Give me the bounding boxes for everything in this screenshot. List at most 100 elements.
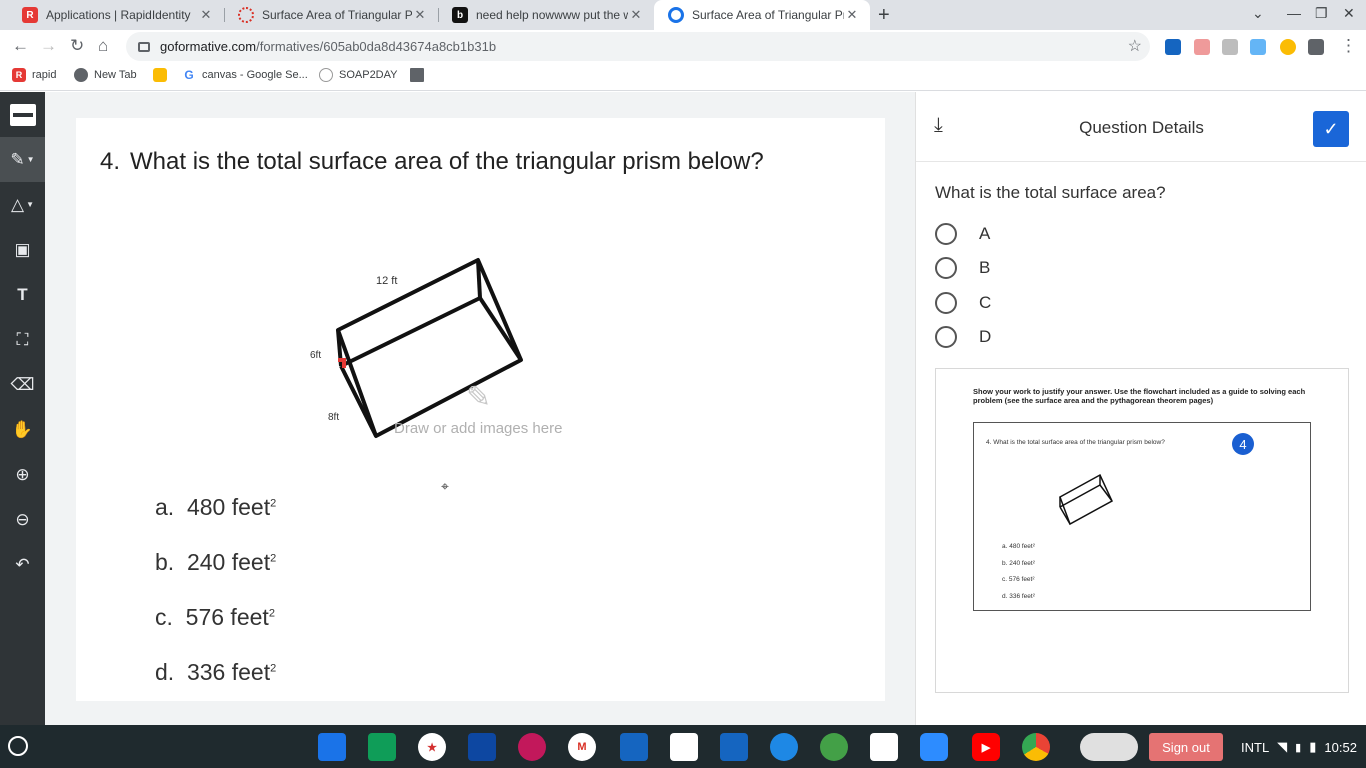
tab-title: Surface Area of Triangular Prism bbox=[692, 8, 844, 22]
minimize-icon[interactable]: — bbox=[1287, 5, 1301, 21]
preview-option: c. 576 feet² bbox=[1002, 576, 1035, 583]
submit-check-button[interactable]: ✓ bbox=[1313, 111, 1349, 147]
close-icon[interactable]: ✕ bbox=[198, 7, 214, 23]
close-icon[interactable]: ✕ bbox=[628, 7, 644, 23]
address-bar[interactable]: goformative.com/formatives/605ab0da8d436… bbox=[126, 32, 1150, 61]
zoom-app-icon[interactable] bbox=[920, 733, 948, 761]
drawing-canvas[interactable]: 4. What is the total surface area of the … bbox=[45, 92, 915, 725]
close-window-icon[interactable]: ✕ bbox=[1343, 5, 1355, 22]
fullscreen-icon[interactable]: ⛶ bbox=[0, 317, 45, 362]
bookmark-icon bbox=[153, 68, 167, 82]
gmail-icon[interactable]: M bbox=[568, 733, 596, 761]
bookmark-soap2day[interactable]: SOAP2DAY bbox=[319, 68, 398, 82]
bookmark-label: canvas - Google Se... bbox=[202, 69, 308, 81]
app-icon[interactable] bbox=[468, 733, 496, 761]
radio-button[interactable] bbox=[935, 257, 957, 279]
question-preview[interactable]: Show your work to justify your answer. U… bbox=[935, 368, 1349, 693]
extension-icon[interactable] bbox=[1280, 39, 1296, 55]
option-c: c. 576 feet2 bbox=[155, 604, 275, 631]
undo-icon[interactable]: ↶ bbox=[0, 542, 45, 587]
app-icon[interactable] bbox=[620, 733, 648, 761]
radio-button[interactable] bbox=[935, 326, 957, 348]
translate-icon[interactable] bbox=[1250, 39, 1266, 55]
bookmark-canvas[interactable]: G canvas - Google Se... bbox=[182, 68, 308, 82]
bookmark-label: New Tab bbox=[94, 69, 137, 81]
zoom-out-icon[interactable]: ⊖ bbox=[0, 497, 45, 542]
bookmark-star-icon[interactable]: ☆ bbox=[1128, 36, 1142, 56]
sheets-app-icon[interactable] bbox=[368, 733, 396, 761]
qr-app-icon[interactable] bbox=[870, 733, 898, 761]
app-icon[interactable] bbox=[770, 733, 798, 761]
option-value: 240 feet bbox=[186, 549, 271, 575]
wifi-icon: ◥ bbox=[1277, 739, 1288, 754]
hand-pan-icon[interactable]: ✋ bbox=[0, 407, 45, 452]
youtube-icon[interactable]: ▶ bbox=[972, 733, 1000, 761]
question-text: 4. What is the total surface area of the … bbox=[100, 148, 764, 176]
launcher-icon[interactable] bbox=[8, 736, 28, 756]
shapes-tool-icon[interactable]: △ ▼ bbox=[0, 182, 45, 227]
extension-icon[interactable] bbox=[1222, 39, 1238, 55]
tool-rail: ✎ ▼ △ ▼ ▣ T ⛶ ⌫ ✋ ⊕ ⊖ ↶ bbox=[0, 92, 45, 725]
choice-label: D bbox=[979, 327, 992, 346]
menu-icon[interactable]: ⋮ bbox=[1340, 36, 1357, 56]
tab-rapididentity[interactable]: R Applications | RapidIdentity ✕ bbox=[8, 0, 224, 30]
extension-icon[interactable] bbox=[1165, 39, 1181, 55]
sign-out-button[interactable]: Sign out bbox=[1149, 733, 1223, 761]
preview-option: b. 240 feet² bbox=[1002, 560, 1035, 567]
extension-icon[interactable] bbox=[1194, 39, 1210, 55]
folder-icon bbox=[410, 68, 424, 82]
camera-app-icon[interactable] bbox=[318, 733, 346, 761]
bookmark-rapid[interactable]: R rapid bbox=[12, 68, 56, 82]
new-tab-button[interactable]: + bbox=[878, 4, 890, 27]
tab-surface-area-1[interactable]: Surface Area of Triangular Prism ✕ bbox=[224, 0, 438, 30]
forward-icon[interactable]: → bbox=[40, 36, 57, 56]
holding-space-icon[interactable] bbox=[1080, 733, 1138, 761]
tab-search-icon[interactable]: ⌄ bbox=[1252, 5, 1264, 22]
option-a: a. 480 feet2 bbox=[155, 494, 276, 521]
image-tool-icon[interactable]: ▣ bbox=[0, 227, 45, 272]
choice-a[interactable]: A bbox=[935, 223, 990, 245]
globe-icon bbox=[74, 68, 88, 82]
home-icon[interactable]: ⌂ bbox=[98, 36, 108, 56]
question-details-panel: ⤓ Question Details ✓ What is the total s… bbox=[915, 92, 1366, 725]
app-icon[interactable] bbox=[670, 733, 698, 761]
app-icon[interactable] bbox=[720, 733, 748, 761]
zoom-in-icon[interactable]: ⊕ bbox=[0, 452, 45, 497]
choice-d[interactable]: D bbox=[935, 326, 991, 348]
reload-icon[interactable]: ↻ bbox=[70, 36, 84, 56]
bookmark-folder[interactable] bbox=[410, 68, 430, 82]
tab-need-help[interactable]: b need help nowwww put the work ✕ bbox=[438, 0, 654, 30]
chrome-icon[interactable] bbox=[1022, 733, 1050, 761]
texas-app-icon[interactable]: ★ bbox=[418, 733, 446, 761]
puzzle-icon[interactable] bbox=[1308, 39, 1324, 55]
app-icon[interactable] bbox=[820, 733, 848, 761]
battery-icon: ▮ bbox=[1309, 739, 1317, 754]
tab-surface-area-active[interactable]: Surface Area of Triangular Prism ✕ bbox=[654, 0, 870, 30]
thickness-icon[interactable] bbox=[0, 92, 45, 137]
close-icon[interactable]: ✕ bbox=[844, 7, 860, 23]
pencil-icon: ✎ bbox=[466, 381, 492, 414]
eraser-icon[interactable]: ⌫ bbox=[0, 362, 45, 407]
pen-tool-icon[interactable]: ✎ ▼ bbox=[0, 137, 45, 182]
radio-button[interactable] bbox=[935, 292, 957, 314]
bookmark-new-tab[interactable]: New Tab bbox=[74, 68, 137, 82]
option-value: 576 feet bbox=[185, 604, 269, 630]
rapididentity-favicon: R bbox=[22, 7, 38, 23]
app-icon[interactable] bbox=[518, 733, 546, 761]
preview-question: 4. What is the total surface area of the… bbox=[986, 439, 1165, 446]
choice-b[interactable]: B bbox=[935, 257, 990, 279]
choice-c[interactable]: C bbox=[935, 292, 991, 314]
clock: 10:52 bbox=[1324, 739, 1357, 755]
question-body: What is the total surface area of the tr… bbox=[130, 148, 764, 175]
radio-button[interactable] bbox=[935, 223, 957, 245]
restore-icon[interactable]: ❐ bbox=[1315, 5, 1328, 22]
close-icon[interactable]: ✕ bbox=[412, 7, 428, 23]
url-path: /formatives/605ab0da8d43674a8cb1b31b bbox=[256, 39, 497, 54]
choice-label: C bbox=[979, 293, 992, 312]
preview-prism-figure bbox=[1059, 473, 1113, 526]
status-tray[interactable]: INTL ◥ ▮ ▮ 10:52 bbox=[1233, 733, 1365, 761]
bookmark-extension[interactable] bbox=[153, 68, 173, 82]
bookmark-label: SOAP2DAY bbox=[339, 69, 398, 81]
text-tool-icon[interactable]: T bbox=[0, 272, 45, 317]
back-icon[interactable]: ← bbox=[12, 36, 29, 56]
